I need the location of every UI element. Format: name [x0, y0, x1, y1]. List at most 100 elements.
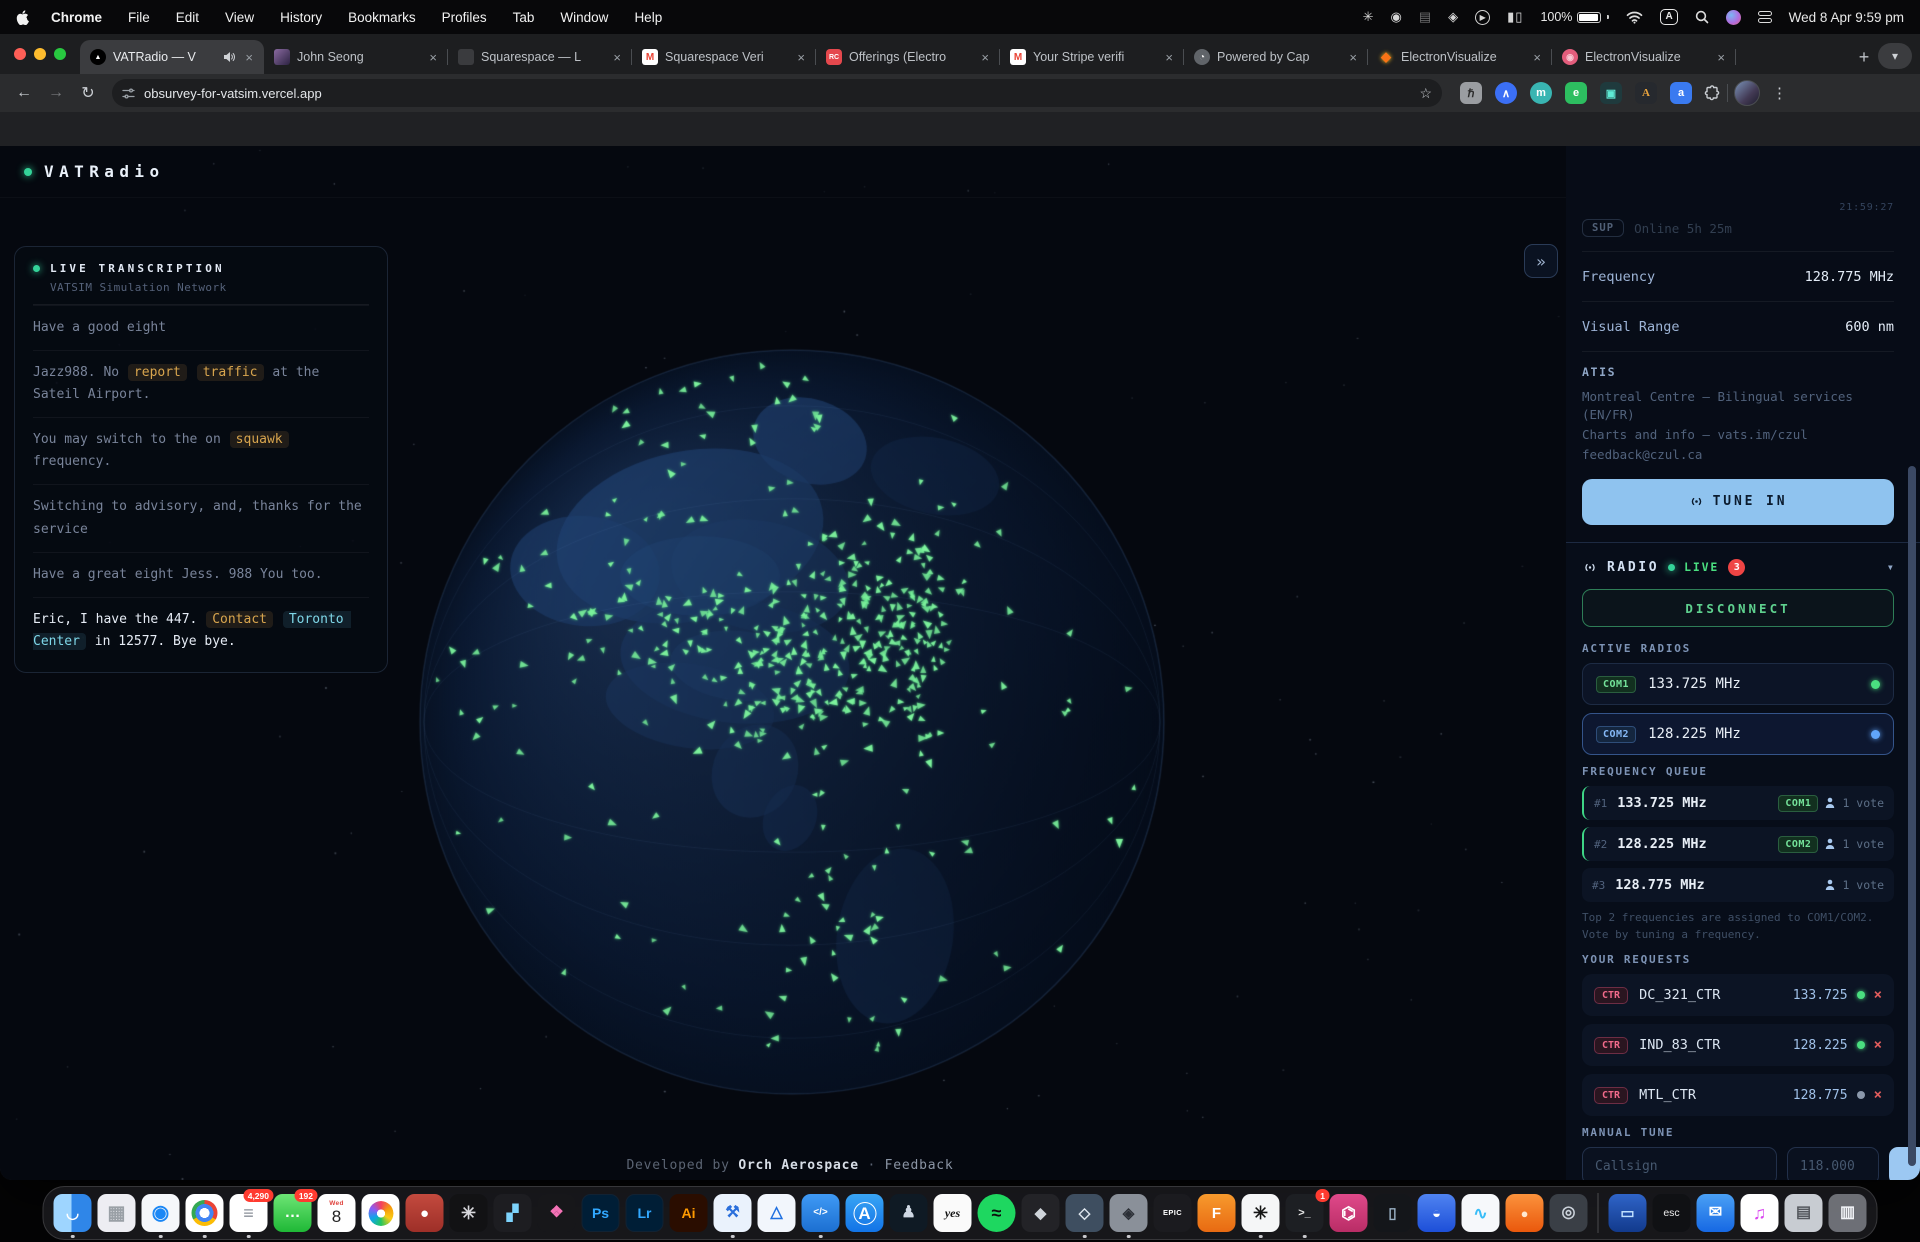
new-tab-button[interactable]: + — [1850, 43, 1878, 71]
dock-lightroom[interactable]: Lr — [626, 1194, 664, 1232]
forward-button[interactable]: → — [42, 79, 70, 107]
dock-illustrator[interactable]: Ai — [670, 1194, 708, 1232]
dock-safari[interactable]: ◉ — [142, 1194, 180, 1232]
tab-close-icon[interactable]: × — [1346, 50, 1360, 65]
dock-molecule-app[interactable]: ⌬ — [1330, 1194, 1368, 1232]
tune-in-button[interactable]: TUNE IN — [1582, 479, 1894, 525]
menu-help[interactable]: Help — [634, 10, 662, 25]
browser-tab[interactable]: ◆ ElectronVisualize × — [1368, 40, 1552, 74]
extension-icon[interactable]: a — [1670, 82, 1692, 104]
site-settings-icon[interactable] — [122, 87, 135, 100]
tab-audio-icon[interactable] — [223, 51, 235, 63]
dock-app-store[interactable]: A — [846, 1194, 884, 1232]
control-center-icon[interactable] — [1758, 11, 1772, 23]
tab-close-icon[interactable]: × — [1162, 50, 1176, 65]
dock-yes-ebook[interactable]: yes — [934, 1194, 972, 1232]
browser-tab[interactable]: John Seong × — [264, 40, 448, 74]
wifi-icon[interactable] — [1626, 11, 1643, 24]
browser-tab[interactable]: ◉ ElectronVisualize × — [1552, 40, 1736, 74]
extension-icon[interactable]: m — [1530, 82, 1552, 104]
address-bar[interactable]: obsurvey-for-vatsim.vercel.app ☆ — [112, 79, 1442, 107]
tab-close-icon[interactable]: × — [794, 50, 808, 65]
dock-messages[interactable]: … 192 — [274, 1194, 312, 1232]
tab-close-icon[interactable]: × — [1530, 50, 1544, 65]
extension-icon[interactable]: ▣ — [1600, 82, 1622, 104]
menu-profiles[interactable]: Profiles — [442, 10, 487, 25]
menu-view[interactable]: View — [225, 10, 254, 25]
play-circle-menu-icon[interactable]: ▶ — [1475, 10, 1490, 25]
feedback-link[interactable]: Feedback — [885, 1158, 954, 1173]
footer-brand-link[interactable]: Orch Aerospace — [738, 1158, 859, 1173]
dock-bear-notes[interactable]: ● — [406, 1194, 444, 1232]
extension-icon[interactable]: A — [1635, 82, 1657, 104]
tab-close-icon[interactable]: × — [242, 50, 256, 65]
tab-close-icon[interactable]: × — [1714, 50, 1728, 65]
input-source-indicator[interactable]: A — [1660, 9, 1677, 25]
minimize-window-button[interactable] — [34, 48, 46, 60]
dock-mail[interactable]: ✉ — [1697, 1194, 1735, 1232]
dock-spotify[interactable]: ≈ — [978, 1194, 1016, 1232]
menu-window[interactable]: Window — [560, 10, 608, 25]
dock-vscode[interactable]: </> — [802, 1194, 840, 1232]
dock-kindle[interactable]: ♟ — [890, 1194, 928, 1232]
radio-panel-header[interactable]: RADIO LIVE 3 ▾ — [1582, 554, 1894, 580]
tab-close-icon[interactable]: × — [610, 50, 624, 65]
dock-davinci-resolve[interactable]: ❖ — [538, 1194, 576, 1232]
dock-calendar[interactable]: Wed8 — [318, 1194, 356, 1232]
close-window-button[interactable] — [14, 48, 26, 60]
dock-finder[interactable]: ◡ — [54, 1194, 92, 1232]
dock-orange-app[interactable]: ● — [1506, 1194, 1544, 1232]
menu-tab[interactable]: Tab — [513, 10, 535, 25]
bookmark-star-icon[interactable]: ☆ — [1419, 85, 1432, 102]
browser-menu-icon[interactable]: ⋮ — [1764, 84, 1795, 102]
menu-clock[interactable]: Wed 8 Apr 9:59 pm — [1789, 10, 1904, 25]
dock-final-cut-pro[interactable]: ▞ — [494, 1194, 532, 1232]
extension-icon[interactable]: ℏ — [1460, 82, 1482, 104]
remove-request-icon[interactable]: × — [1874, 987, 1882, 1003]
tab-close-icon[interactable]: × — [426, 50, 440, 65]
tab-close-icon[interactable]: × — [978, 50, 992, 65]
dock-esc-app[interactable]: esc — [1653, 1194, 1691, 1232]
dock-photos[interactable] — [362, 1194, 400, 1232]
zoom-window-button[interactable] — [54, 48, 66, 60]
spotlight-search-icon[interactable] — [1695, 10, 1709, 24]
reload-button[interactable]: ↻ — [74, 79, 102, 107]
circle-app-menu-icon[interactable]: ◉ — [1391, 9, 1402, 25]
tab-search-chevron[interactable]: ▾ — [1878, 43, 1912, 69]
browser-tab[interactable]: ▲ VATRadio — V × — [80, 40, 264, 74]
chatgpt-menu-icon[interactable]: ✳ — [1363, 9, 1374, 25]
menu-file[interactable]: File — [128, 10, 150, 25]
dock-reminders[interactable]: ≡ 4,290 — [230, 1194, 268, 1232]
dock-unity-cube[interactable]: ◆ — [1022, 1194, 1060, 1232]
dock-launchpad[interactable]: ▦ — [98, 1194, 136, 1232]
remove-request-icon[interactable]: × — [1874, 1087, 1882, 1103]
callsign-input[interactable] — [1582, 1147, 1777, 1180]
dock-music[interactable]: ♫ — [1741, 1194, 1779, 1232]
apple-menu-icon[interactable] — [16, 10, 29, 25]
dock-unity[interactable]: ◇ — [1066, 1194, 1104, 1232]
siri-icon[interactable] — [1726, 10, 1741, 25]
queue-row[interactable]: #1 133.725 MHz COM1 1 vote — [1582, 786, 1894, 820]
battery-indicator[interactable]: 100% — [1540, 10, 1609, 24]
menu-edit[interactable]: Edit — [176, 10, 199, 25]
menu-chrome[interactable]: Chrome — [51, 10, 102, 25]
profile-avatar[interactable] — [1734, 80, 1760, 106]
printer-menu-icon[interactable]: ▤ — [1419, 9, 1431, 25]
request-row[interactable]: CTR IND_83_CTR 128.225 × — [1582, 1024, 1894, 1066]
chevron-down-icon[interactable]: ▾ — [1887, 560, 1894, 574]
dock-blue-app[interactable]: ◒ — [1418, 1194, 1456, 1232]
collapse-panel-button[interactable]: » — [1524, 244, 1558, 278]
browser-tab[interactable]: ◔ Powered by Cap × — [1184, 40, 1368, 74]
dock-fusion-360[interactable]: F — [1198, 1194, 1236, 1232]
dock-unity-hub[interactable]: ◈ — [1110, 1194, 1148, 1232]
extension-icon[interactable]: ∧ — [1495, 82, 1517, 104]
3d-app-menu-icon[interactable]: ◈ — [1448, 9, 1458, 25]
dock-files-stack[interactable]: ▤ — [1785, 1194, 1823, 1232]
dock-terminal[interactable]: >_ 1 — [1286, 1194, 1324, 1232]
dock-wheel-app[interactable]: ✳ — [450, 1194, 488, 1232]
dock-chatgpt[interactable]: ✳ — [1242, 1194, 1280, 1232]
browser-tab[interactable]: RC Offerings (Electro × — [816, 40, 1000, 74]
browser-tab[interactable]: M Squarespace Veri × — [632, 40, 816, 74]
dock-gray-app[interactable]: ◎ — [1550, 1194, 1588, 1232]
url-text[interactable]: obsurvey-for-vatsim.vercel.app — [144, 86, 1410, 101]
